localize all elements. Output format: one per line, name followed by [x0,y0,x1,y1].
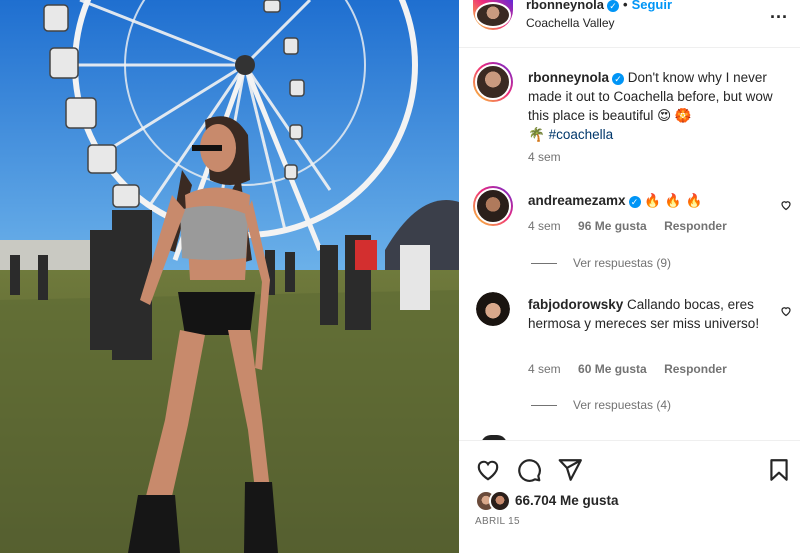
liker-avatar [489,490,511,512]
verified-badge-icon: ✓ [607,0,620,12]
comment-text-block: andreamezamx ✓ 🔥 🔥 🔥 [528,191,763,210]
view-replies-button[interactable]: Ver respuestas (4) [531,398,671,412]
heart-icon[interactable] [475,457,501,483]
comment-time: 4 sem [528,219,561,233]
comment-meta: 4 sem 96 Me gusta Responder [528,219,741,233]
more-icon[interactable]: ... [770,2,788,23]
caption-text-block: rbonneynola ✓ Don't know why I never made… [528,68,790,144]
verified-badge-icon: ✓ [612,73,625,85]
palm-emoji: 🌴 [528,127,545,142]
send-icon[interactable] [557,457,583,483]
reply-button[interactable]: Responder [664,362,727,376]
commenter-avatar[interactable] [476,292,510,326]
comment-username[interactable]: andreamezamx [528,193,626,208]
comment-username[interactable]: fabjodorowsky [528,297,623,312]
post-sidebar: rbonneynola ✓ • Seguir Coachella Valley ...… [459,0,800,553]
bookmark-icon[interactable] [766,457,792,483]
separator-dot: • [623,0,628,12]
view-replies-label: Ver respuestas (4) [573,398,672,412]
caption-time[interactable]: 4 sem [528,150,561,164]
comment-like-heart-icon[interactable] [780,305,792,317]
comment-likes[interactable]: 96 Me gusta [578,219,647,233]
post-header: rbonneynola ✓ • Seguir Coachella Valley ... [459,0,800,48]
comment-time: 4 sem [528,362,561,376]
view-replies-button[interactable]: Ver respuestas (9) [531,256,671,270]
replies-divider [531,263,557,265]
post-date[interactable]: ABRIL 15 [475,516,520,527]
post-location[interactable]: Coachella Valley [526,16,615,30]
comment-like-heart-icon[interactable] [780,199,792,211]
reply-button[interactable]: Responder [664,219,727,233]
comment-meta: 4 sem 60 Me gusta Responder [528,362,741,376]
commenter-avatar[interactable] [473,186,513,226]
likes-count[interactable]: 66.704 Me gusta [515,493,619,508]
coachella-photo-illustration [0,0,459,553]
verified-badge-icon: ✓ [628,196,641,208]
follow-button[interactable]: Seguir [632,0,672,12]
caption-username[interactable]: rbonneynola [528,70,609,85]
comment-icon[interactable] [516,457,542,483]
comment-text-block: fabjodorowsky Callando bocas, eres hermo… [528,295,763,333]
hashtag-link[interactable]: #coachella [549,127,614,142]
comment-text: 🔥 🔥 🔥 [644,193,703,208]
caption-avatar[interactable] [473,62,513,102]
author-username[interactable]: rbonneynola [526,0,604,12]
replies-divider [531,405,557,407]
post-actions: 66.704 Me gusta ABRIL 15 [459,440,800,553]
author-avatar[interactable] [473,0,513,30]
post-photo[interactable] [0,0,459,553]
view-replies-label: Ver respuestas (9) [573,256,672,270]
author-line: rbonneynola ✓ • Seguir [526,0,672,12]
comment-likes[interactable]: 60 Me gusta [578,362,647,376]
